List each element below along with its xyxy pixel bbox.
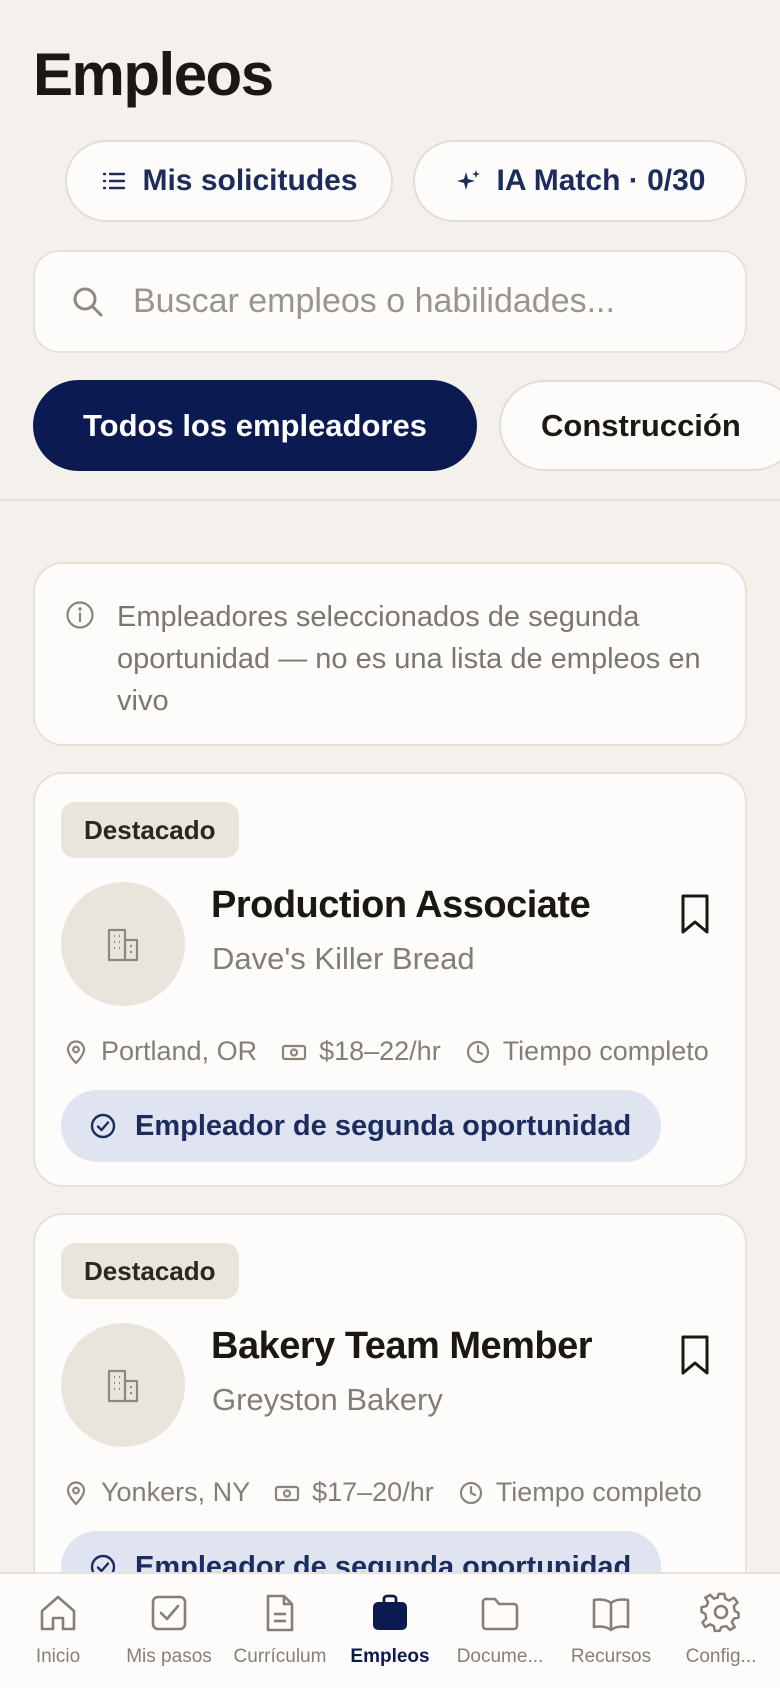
ai-match-label: IA Match · 0/30 — [496, 164, 706, 197]
job-title[interactable]: Production Associate — [211, 884, 591, 927]
job-card[interactable]: Destacado Bakery Team Member Greyston Ba… — [33, 1213, 747, 1628]
bookmark-icon[interactable] — [677, 892, 713, 936]
clock-icon — [466, 1040, 489, 1063]
divider — [0, 499, 780, 501]
second-chance-label: Empleador de segunda oportunidad — [135, 1109, 632, 1142]
tab-resume[interactable]: Currículum — [224, 1586, 336, 1686]
job-meta: Portland, OR $18–22/hr Tiempo completo — [63, 1036, 733, 1067]
second-chance-tag: Empleador de segunda oportunidad — [61, 1090, 662, 1162]
info-icon — [66, 601, 94, 629]
tab-jobs[interactable]: Empleos — [334, 1586, 446, 1686]
clock-icon — [459, 1481, 482, 1504]
home-icon — [40, 1595, 76, 1631]
featured-badge: Destacado — [61, 802, 239, 858]
my-applications-label: Mis solicitudes — [142, 164, 358, 197]
tab-my-steps-label: Mis pasos — [126, 1646, 212, 1667]
building-icon — [107, 1369, 139, 1403]
job-pay: $18–22/hr — [319, 1036, 441, 1066]
tab-home-label: Inicio — [35, 1646, 81, 1667]
company-logo — [61, 882, 185, 1006]
job-title[interactable]: Bakery Team Member — [211, 1325, 593, 1368]
list-icon — [103, 172, 126, 190]
tab-resources[interactable]: Recursos — [555, 1586, 667, 1686]
job-card[interactable]: Destacado Production Associate Dave's Ki… — [33, 772, 747, 1187]
tab-documents[interactable]: Docume... — [444, 1586, 556, 1686]
gear-icon — [700, 1592, 740, 1633]
page-title: Empleos — [33, 41, 274, 108]
search-input[interactable] — [133, 282, 733, 321]
tab-documents-label: Docume... — [456, 1646, 544, 1667]
checkbox-icon — [151, 1595, 187, 1631]
bottom-tab-bar: Inicio Mis pasos Currículum Empleos Docu… — [0, 1572, 780, 1688]
tab-my-steps[interactable]: Mis pasos — [113, 1586, 225, 1686]
search-icon — [73, 287, 103, 316]
filter-all-employers[interactable]: Todos los empleadores — [33, 380, 477, 471]
location-pin-icon — [66, 1039, 86, 1065]
document-icon — [266, 1594, 294, 1632]
job-location: Yonkers, NY — [101, 1477, 251, 1507]
book-icon — [592, 1598, 630, 1632]
company-logo — [61, 1323, 185, 1447]
ai-match-button[interactable]: IA Match · 0/30 — [413, 140, 747, 222]
tab-jobs-label: Empleos — [350, 1646, 430, 1667]
job-type: Tiempo completo — [495, 1477, 702, 1507]
company-name: Dave's Killer Bread — [212, 941, 475, 976]
check-circle-icon — [90, 1113, 116, 1139]
folder-icon — [481, 1597, 519, 1631]
filter-construction[interactable]: Construcción — [499, 380, 780, 471]
job-type: Tiempo completo — [502, 1036, 709, 1066]
info-notice: Empleadores seleccionados de segunda opo… — [33, 562, 747, 746]
info-notice-text: Empleadores seleccionados de segunda opo… — [117, 601, 701, 717]
search-bar[interactable] — [33, 250, 747, 353]
tab-home[interactable]: Inicio — [2, 1586, 114, 1686]
job-pay: $17–20/hr — [312, 1477, 434, 1507]
building-icon — [107, 928, 139, 962]
money-icon — [281, 1044, 307, 1060]
briefcase-icon — [373, 1594, 407, 1630]
my-applications-button[interactable]: Mis solicitudes — [65, 140, 393, 222]
money-icon — [274, 1485, 300, 1501]
location-pin-icon — [66, 1480, 86, 1506]
job-meta: Yonkers, NY $17–20/hr Tiempo completo — [63, 1477, 726, 1508]
tab-resources-label: Recursos — [570, 1646, 652, 1667]
sparkle-icon — [456, 170, 480, 190]
bookmark-icon[interactable] — [677, 1333, 713, 1377]
tab-settings-label: Config... — [685, 1646, 757, 1667]
featured-badge: Destacado — [61, 1243, 239, 1299]
tab-settings[interactable]: Config... — [665, 1586, 777, 1686]
tab-resume-label: Currículum — [233, 1646, 327, 1667]
company-name: Greyston Bakery — [212, 1382, 443, 1417]
job-location: Portland, OR — [101, 1036, 258, 1066]
